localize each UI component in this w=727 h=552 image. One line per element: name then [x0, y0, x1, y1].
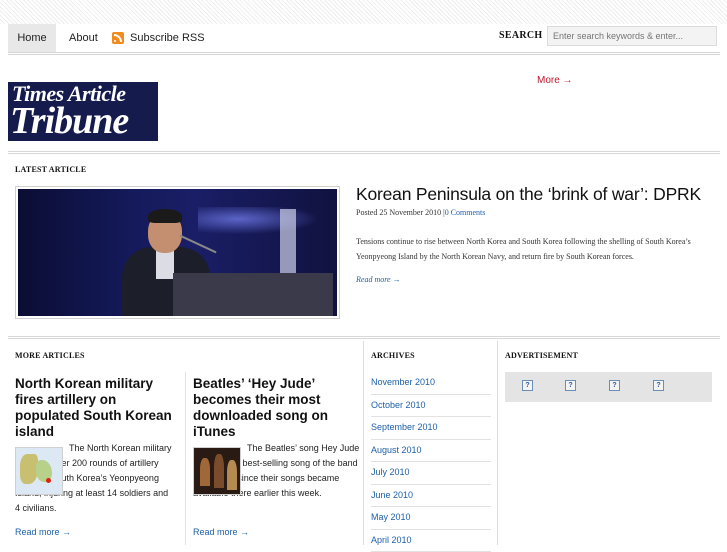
ad-placeholder-icon[interactable]: ? — [522, 380, 533, 391]
search-input[interactable] — [547, 26, 717, 46]
ad-placeholder-icon[interactable]: ? — [609, 380, 620, 391]
latest-article-heading: LATEST ARTICLE — [15, 165, 86, 174]
comments-link[interactable]: 0 Comments — [445, 208, 486, 217]
archive-link[interactable]: June 2010 — [371, 485, 491, 508]
more-articles-heading: MORE ARTICLES — [15, 351, 85, 360]
column-divider — [363, 341, 364, 545]
latest-article-excerpt: Tensions continue to rise between North … — [356, 234, 721, 264]
photo-speaker-at-podium — [18, 189, 337, 316]
latest-article-meta: Posted 25 November 2010 |0 Comments — [356, 208, 485, 217]
advertisement-box: ? ? ? ? — [505, 372, 712, 402]
latest-article-photo[interactable] — [15, 186, 340, 319]
nav-home[interactable]: Home — [8, 24, 56, 52]
article-read-more-link[interactable]: Read more → — [15, 527, 71, 537]
article-card-title[interactable]: Beatles’ ‘Hey Jude’ becomes their most d… — [193, 376, 353, 440]
divider — [8, 151, 720, 154]
archive-link[interactable]: July 2010 — [371, 462, 491, 485]
column-divider — [185, 372, 186, 545]
advertisement-heading: ADVERTISEMENT — [505, 351, 578, 360]
archives-heading: ARCHIVES — [371, 351, 415, 360]
ad-placeholder-icon[interactable]: ? — [653, 380, 664, 391]
ad-placeholder-icon[interactable]: ? — [565, 380, 576, 391]
archive-link[interactable]: May 2010 — [371, 507, 491, 530]
archive-link[interactable]: October 2010 — [371, 395, 491, 418]
divider — [8, 336, 720, 339]
nav-subscribe-rss-label: Subscribe RSS — [112, 32, 205, 44]
archive-link[interactable]: April 2010 — [371, 530, 491, 552]
latest-article-title[interactable]: Korean Peninsula on the ‘brink of war’: … — [356, 184, 701, 205]
latest-read-more-link[interactable]: Read more → — [356, 275, 401, 284]
more-link[interactable]: More → — [537, 75, 573, 86]
map-thumbnail[interactable] — [15, 447, 63, 495]
archive-link[interactable]: November 2010 — [371, 372, 491, 395]
nav-subscribe-rss[interactable]: Subscribe RSS — [112, 24, 205, 52]
logo-line-2: Tribune — [10, 101, 128, 141]
posted-date: Posted 25 November 2010 | — [356, 208, 445, 217]
site-logo[interactable]: Times Article Tribune — [8, 82, 158, 141]
archive-link[interactable]: September 2010 — [371, 417, 491, 440]
main-navigation: Home About Subscribe RSS SEARCH — [8, 24, 720, 55]
search-label: SEARCH — [499, 24, 542, 48]
article-read-more-link[interactable]: Read more → — [193, 527, 249, 537]
nav-about[interactable]: About — [69, 24, 98, 52]
archive-link[interactable]: August 2010 — [371, 440, 491, 463]
band-photo-thumbnail[interactable] — [193, 447, 241, 495]
article-card-title[interactable]: North Korean military fires artillery on… — [15, 376, 175, 440]
archives-list: November 2010 October 2010 September 201… — [371, 372, 491, 552]
top-pattern-strip — [0, 0, 727, 24]
column-divider — [497, 341, 498, 545]
